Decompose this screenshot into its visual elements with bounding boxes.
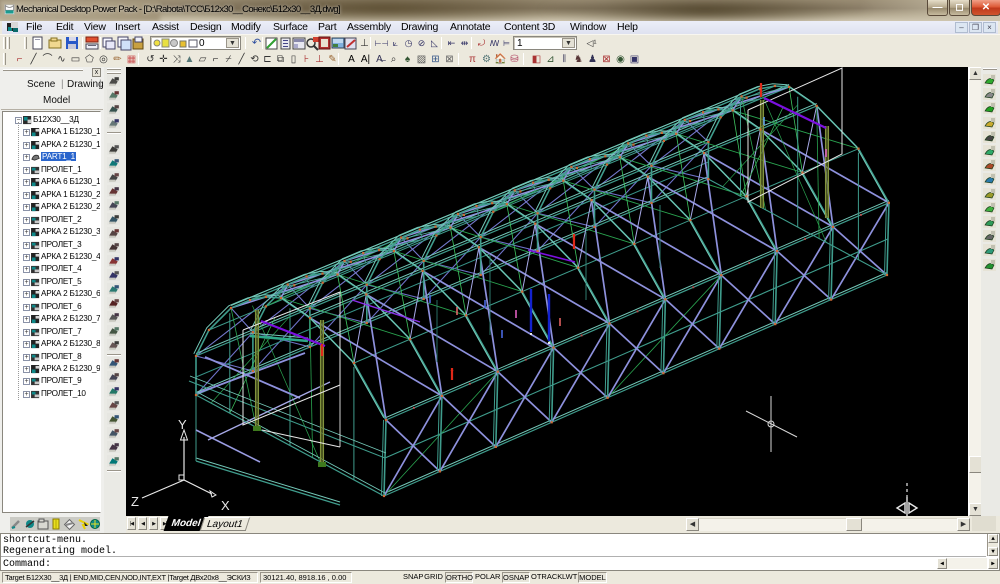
svg-text:X: X bbox=[221, 498, 230, 513]
svg-text:Y: Y bbox=[178, 417, 187, 432]
svg-text:Z: Z bbox=[131, 494, 139, 509]
